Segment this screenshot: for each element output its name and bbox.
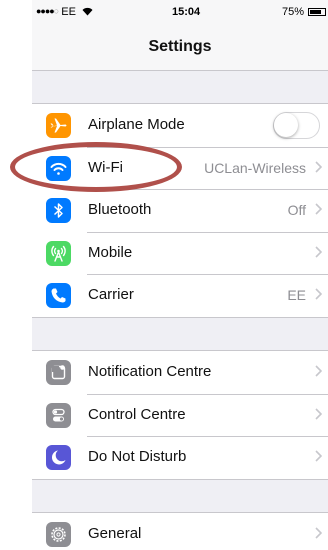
general-group: General: [32, 512, 328, 550]
notifications-icon: [46, 360, 71, 385]
bluetooth-status: Off: [287, 202, 306, 219]
general-row[interactable]: General: [32, 513, 328, 550]
airplane-mode-toggle[interactable]: [273, 112, 320, 139]
chevron-right-icon: [315, 246, 322, 258]
antenna-icon: [46, 240, 71, 266]
battery-percentage: 75%: [282, 6, 305, 18]
chevron-right-icon: [315, 288, 322, 300]
wifi-status-icon: [82, 7, 93, 19]
centres-group: Notification Centre Control Centre Do No…: [32, 350, 328, 480]
carrier-row[interactable]: Carrier EE: [32, 274, 328, 317]
navigation-header: ●●●●○ EE 15:04 75% Settings: [32, 0, 328, 71]
toggle-knob: [274, 113, 298, 137]
gear-icon: [46, 522, 71, 547]
airplane-mode-row: Airplane Mode: [32, 104, 328, 147]
chevron-right-icon: [315, 365, 322, 377]
page-title: Settings: [148, 38, 212, 55]
control-centre-icon: [46, 402, 71, 428]
carrier-value: EE: [287, 287, 306, 304]
do-not-disturb-label: Do Not Disturb: [88, 448, 187, 466]
airplane-icon: [46, 113, 71, 138]
battery-icon: [308, 8, 326, 16]
phone-icon: [46, 283, 71, 309]
control-centre-label: Control Centre: [88, 405, 186, 423]
wifi-network-name: UCLan-Wireless: [204, 159, 306, 176]
carrier-name: EE: [61, 6, 76, 18]
mobile-row[interactable]: Mobile: [32, 231, 328, 275]
carrier-status: ●●●●○ EE: [36, 6, 93, 19]
chevron-right-icon: [315, 161, 322, 173]
chevron-right-icon: [315, 527, 322, 539]
status-time: 15:04: [172, 6, 201, 18]
notification-centre-row[interactable]: Notification Centre: [32, 351, 328, 394]
bluetooth-row[interactable]: Bluetooth Off: [32, 189, 328, 232]
moon-icon: [46, 445, 71, 471]
mobile-label: Mobile: [88, 243, 133, 261]
airplane-mode-label: Airplane Mode: [88, 116, 185, 133]
settings-screen: ●●●●○ EE 15:04 75% Settings Airplane Mod…: [32, 0, 328, 550]
bluetooth-icon: [46, 198, 71, 224]
do-not-disturb-row[interactable]: Do Not Disturb: [32, 436, 328, 479]
connectivity-group: Airplane Mode Wi-Fi UCLan-Wireless Bluet…: [32, 103, 328, 318]
wifi-highlight-annotation: [10, 142, 182, 192]
status-bar: ●●●●○ EE 15:04 75%: [32, 0, 328, 24]
control-centre-row[interactable]: Control Centre: [32, 393, 328, 437]
notification-centre-label: Notification Centre: [88, 363, 212, 380]
general-label: General: [88, 525, 142, 542]
chevron-right-icon: [315, 408, 322, 420]
carrier-label: Carrier: [88, 286, 134, 304]
chevron-right-icon: [315, 203, 322, 215]
signal-strength-icon: ●●●●○: [36, 6, 59, 16]
bluetooth-label: Bluetooth: [88, 201, 152, 219]
chevron-right-icon: [315, 450, 322, 462]
